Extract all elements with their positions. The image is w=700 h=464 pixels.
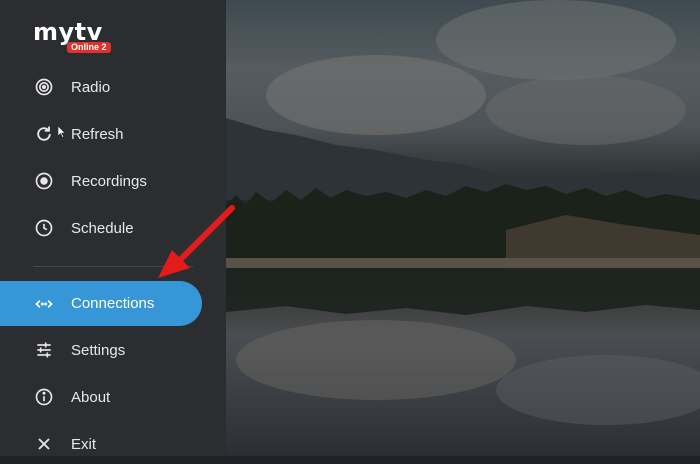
menu-item-recordings[interactable]: Recordings [0,161,226,201]
connections-icon [33,293,55,315]
exit-icon [33,433,55,455]
about-icon [33,386,55,408]
menu-label-radio: Radio [71,78,111,96]
menu-item-radio[interactable]: Radio [0,67,226,107]
menu-item-connections[interactable]: Connections [0,281,202,326]
menu-label-refresh: Refresh [71,125,124,143]
radio-icon [33,76,55,98]
menu-label-about: About [71,388,111,406]
app-logo: mytv Online 2 [33,18,123,58]
menu-item-settings[interactable]: Settings [0,330,226,370]
schedule-icon [33,217,55,239]
menu-label-schedule: Schedule [71,219,134,237]
menu-label-recordings: Recordings [71,172,147,190]
menu-label-exit: Exit [71,435,97,453]
menu-item-refresh[interactable]: Refresh [0,114,226,154]
logo-badge: Online 2 [67,42,111,53]
menu-label-connections: Connections [71,295,155,312]
recordings-icon [33,170,55,192]
background-landscape-image [226,0,700,456]
menu-item-exit[interactable]: Exit [0,424,226,464]
mouse-cursor-icon [58,126,66,138]
settings-icon [33,339,55,361]
menu-item-about[interactable]: About [0,377,226,417]
landscape-scene [226,0,700,425]
refresh-icon [33,123,55,145]
annotation-arrow-icon [158,205,235,278]
menu-label-settings: Settings [71,341,126,359]
